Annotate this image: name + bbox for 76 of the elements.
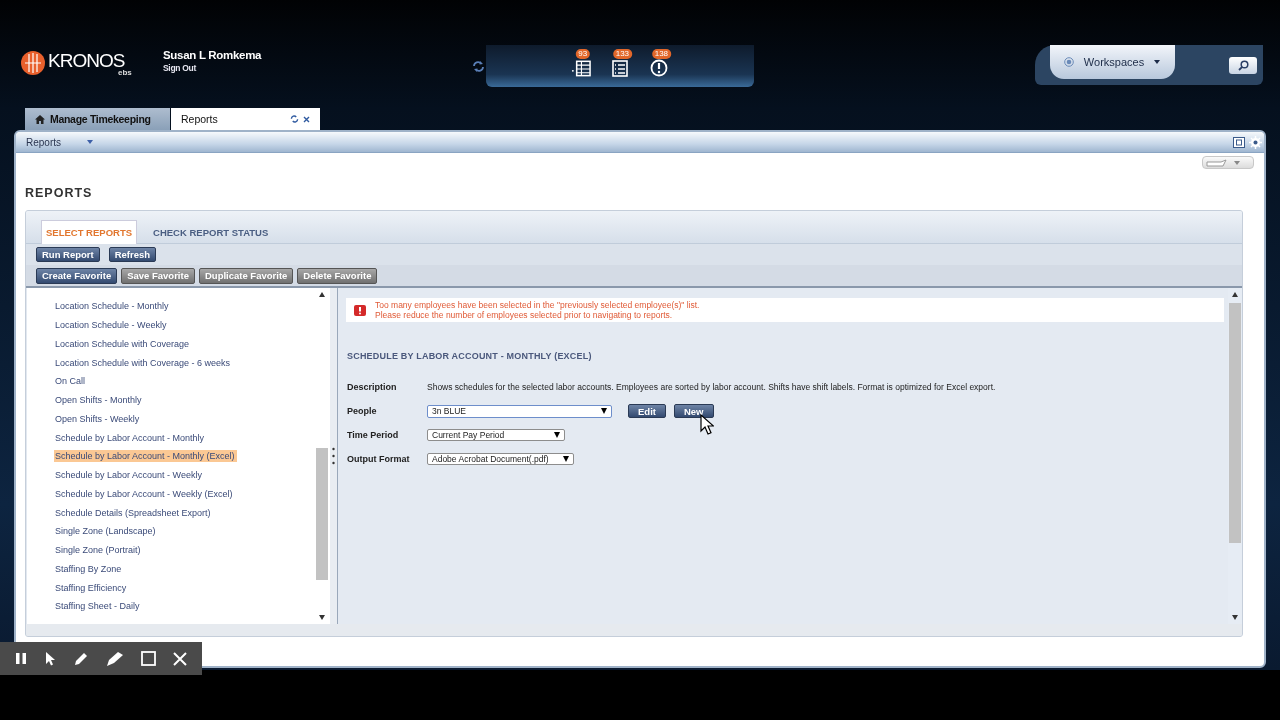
pencil-icon[interactable] [72, 650, 89, 667]
workspaces-dropdown[interactable]: Workspaces [1050, 45, 1175, 79]
field-label: Output Format [346, 454, 411, 464]
report-list-item[interactable]: Schedule by Labor Account - Monthly (Excel) [54, 450, 237, 463]
radio-icon [1064, 57, 1074, 67]
error-icon [354, 304, 366, 316]
field-label: Time Period [346, 430, 400, 440]
user-name: Susan L Romkema [163, 49, 262, 61]
report-list-item[interactable]: Staffing By Zone [54, 562, 124, 575]
caret-icon [563, 456, 569, 462]
mouse-cursor-icon [700, 414, 714, 435]
logo-icon [20, 50, 46, 76]
page-title: REPORTS [25, 185, 94, 202]
workspace-tab[interactable]: Reports [171, 108, 320, 130]
report-list-item[interactable]: Schedule Details (Spreadsheet Export) [54, 506, 213, 519]
report-list-item[interactable]: Location Schedule - Weekly [54, 319, 169, 332]
maximize-icon[interactable] [1233, 136, 1245, 148]
report-description: Shows schedules for the selected labor accounts. Employees are sorted by labor account. Shifts have shift labels. Format is optimized for Excel export. [427, 382, 996, 392]
dropdown-field[interactable]: Current Pay Period [427, 429, 565, 441]
field-label: People [346, 406, 378, 416]
report-title: SCHEDULE BY LABOR ACCOUNT - MONTHLY (EXCEL) [347, 351, 593, 361]
caret-icon [1234, 160, 1240, 165]
scroll-thumb[interactable] [1229, 303, 1241, 543]
search-button[interactable] [1229, 57, 1257, 74]
caret-icon [601, 408, 607, 414]
settings-icon[interactable] [1249, 135, 1262, 149]
report-list-item[interactable]: Schedule by Labor Account - Weekly (Excel) [54, 487, 235, 500]
logo-subtitle: ebs [118, 68, 132, 77]
report-list-item[interactable]: Single Zone (Portrait) [54, 544, 143, 557]
report-list-item[interactable]: On Call [54, 375, 87, 388]
dropdown-field[interactable]: 3n BLUE [427, 404, 612, 418]
notification-count: 133 [612, 49, 633, 59]
action-button[interactable]: Run Report [36, 247, 100, 262]
report-list-item[interactable]: Location Schedule - Monthly [54, 300, 171, 313]
highlighter-icon[interactable] [106, 650, 125, 667]
close-icon[interactable] [303, 115, 310, 123]
report-list-item[interactable]: Open Shifts - Weekly [54, 412, 142, 425]
scroll-up-icon[interactable] [1232, 292, 1238, 297]
refresh-icon[interactable] [290, 115, 299, 123]
error-message: Too many employees have been selected in the "previously selected employee(s)" list. Please reduce the number of employees selected prior to navigating to reports. [375, 300, 700, 320]
rectangle-icon[interactable] [141, 651, 157, 666]
report-list-item[interactable]: Schedule by Labor Account - Monthly [54, 431, 207, 444]
splitter-handle-icon[interactable] [332, 447, 335, 465]
people-button[interactable]: New [673, 404, 714, 418]
caret-icon [1154, 60, 1160, 64]
report-list-item[interactable]: Single Zone (Landscape) [54, 525, 158, 538]
sign-out-link[interactable]: Sign Out [163, 63, 196, 73]
report-list-item[interactable]: Staffing Efficiency [54, 581, 129, 594]
refresh-icon[interactable] [472, 61, 485, 72]
report-list-item[interactable]: Staffing Sheet - Daily [54, 600, 142, 613]
favorite-button[interactable]: Create Favorite [36, 267, 118, 284]
pause-icon[interactable] [14, 652, 27, 665]
search-icon [1237, 60, 1249, 71]
pencil-icon [1206, 158, 1228, 167]
calendar-list-icon[interactable] [570, 59, 591, 77]
field-label: Description [346, 382, 398, 392]
workspace-tab[interactable]: Manage Timekeeping [25, 108, 170, 130]
alert-icon[interactable] [649, 59, 668, 77]
report-list-item[interactable]: Schedule by Labor Account - Weekly [54, 469, 204, 482]
report-list-item[interactable]: Location Schedule with Coverage - 6 weeks [54, 356, 233, 369]
dropdown-field[interactable]: Adobe Acrobat Document(.pdf) [427, 453, 574, 465]
checklist-icon[interactable] [611, 59, 628, 77]
caret-icon [554, 432, 560, 438]
notification-count: 138 [651, 49, 672, 59]
people-button[interactable]: Edit [628, 404, 666, 418]
report-list-item[interactable]: Location Schedule with Coverage [54, 337, 192, 350]
reports-menu[interactable]: Reports [26, 136, 93, 148]
scroll-up-icon[interactable] [319, 292, 325, 297]
report-list-item[interactable]: Open Shifts - Monthly [54, 394, 144, 407]
action-button[interactable]: Refresh [108, 247, 157, 262]
home-icon [35, 114, 45, 124]
notification-count: 93 [575, 49, 591, 59]
pointer-icon[interactable] [43, 651, 56, 666]
report-tab[interactable]: CHECK REPORT STATUS [149, 221, 273, 243]
caret-icon [87, 140, 93, 144]
scroll-thumb[interactable] [316, 448, 328, 580]
